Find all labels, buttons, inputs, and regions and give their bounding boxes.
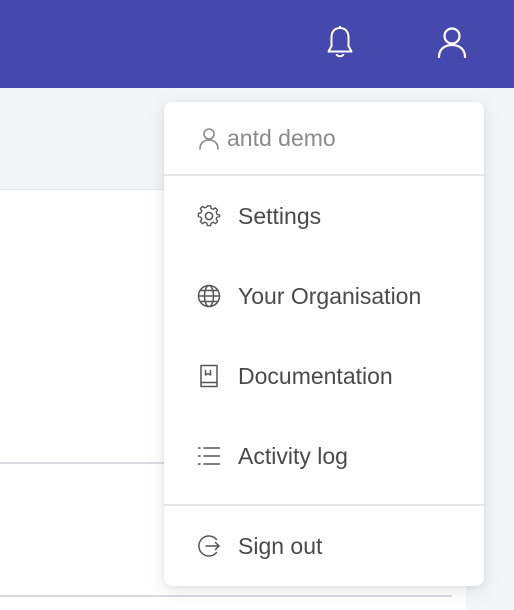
book-icon (197, 364, 221, 388)
background-table-line (0, 462, 170, 464)
menu-separator (164, 174, 484, 176)
top-navbar (0, 0, 514, 88)
menu-item-sign-out[interactable]: Sign out (164, 516, 484, 576)
user-icon (437, 27, 467, 59)
menu-item-your-organisation[interactable]: Your Organisation (164, 266, 484, 326)
gear-icon (197, 204, 221, 228)
menu-item-activity-log[interactable]: Activity log (164, 426, 484, 486)
bell-icon (327, 26, 353, 58)
logout-icon (197, 534, 221, 558)
menu-item-label: Documentation (238, 362, 393, 389)
username-label: antd demo (227, 124, 336, 151)
menu-item-settings[interactable]: Settings (164, 186, 484, 246)
notifications-button[interactable] (320, 22, 360, 62)
menu-item-label: Sign out (238, 532, 323, 559)
user-dropdown-menu: antd demo Settings Your Organisation Doc… (164, 102, 484, 586)
globe-icon (197, 284, 221, 308)
menu-item-label: Your Organisation (238, 282, 422, 309)
menu-separator (164, 504, 484, 506)
menu-item-label: Settings (238, 202, 322, 229)
user-menu-button[interactable] (432, 22, 472, 62)
user-icon (197, 126, 221, 150)
list-icon (197, 444, 221, 468)
menu-item-documentation[interactable]: Documentation (164, 346, 484, 406)
background-table-line (0, 595, 452, 597)
menu-user-header: antd demo (164, 102, 484, 174)
menu-item-label: Activity log (238, 442, 348, 469)
